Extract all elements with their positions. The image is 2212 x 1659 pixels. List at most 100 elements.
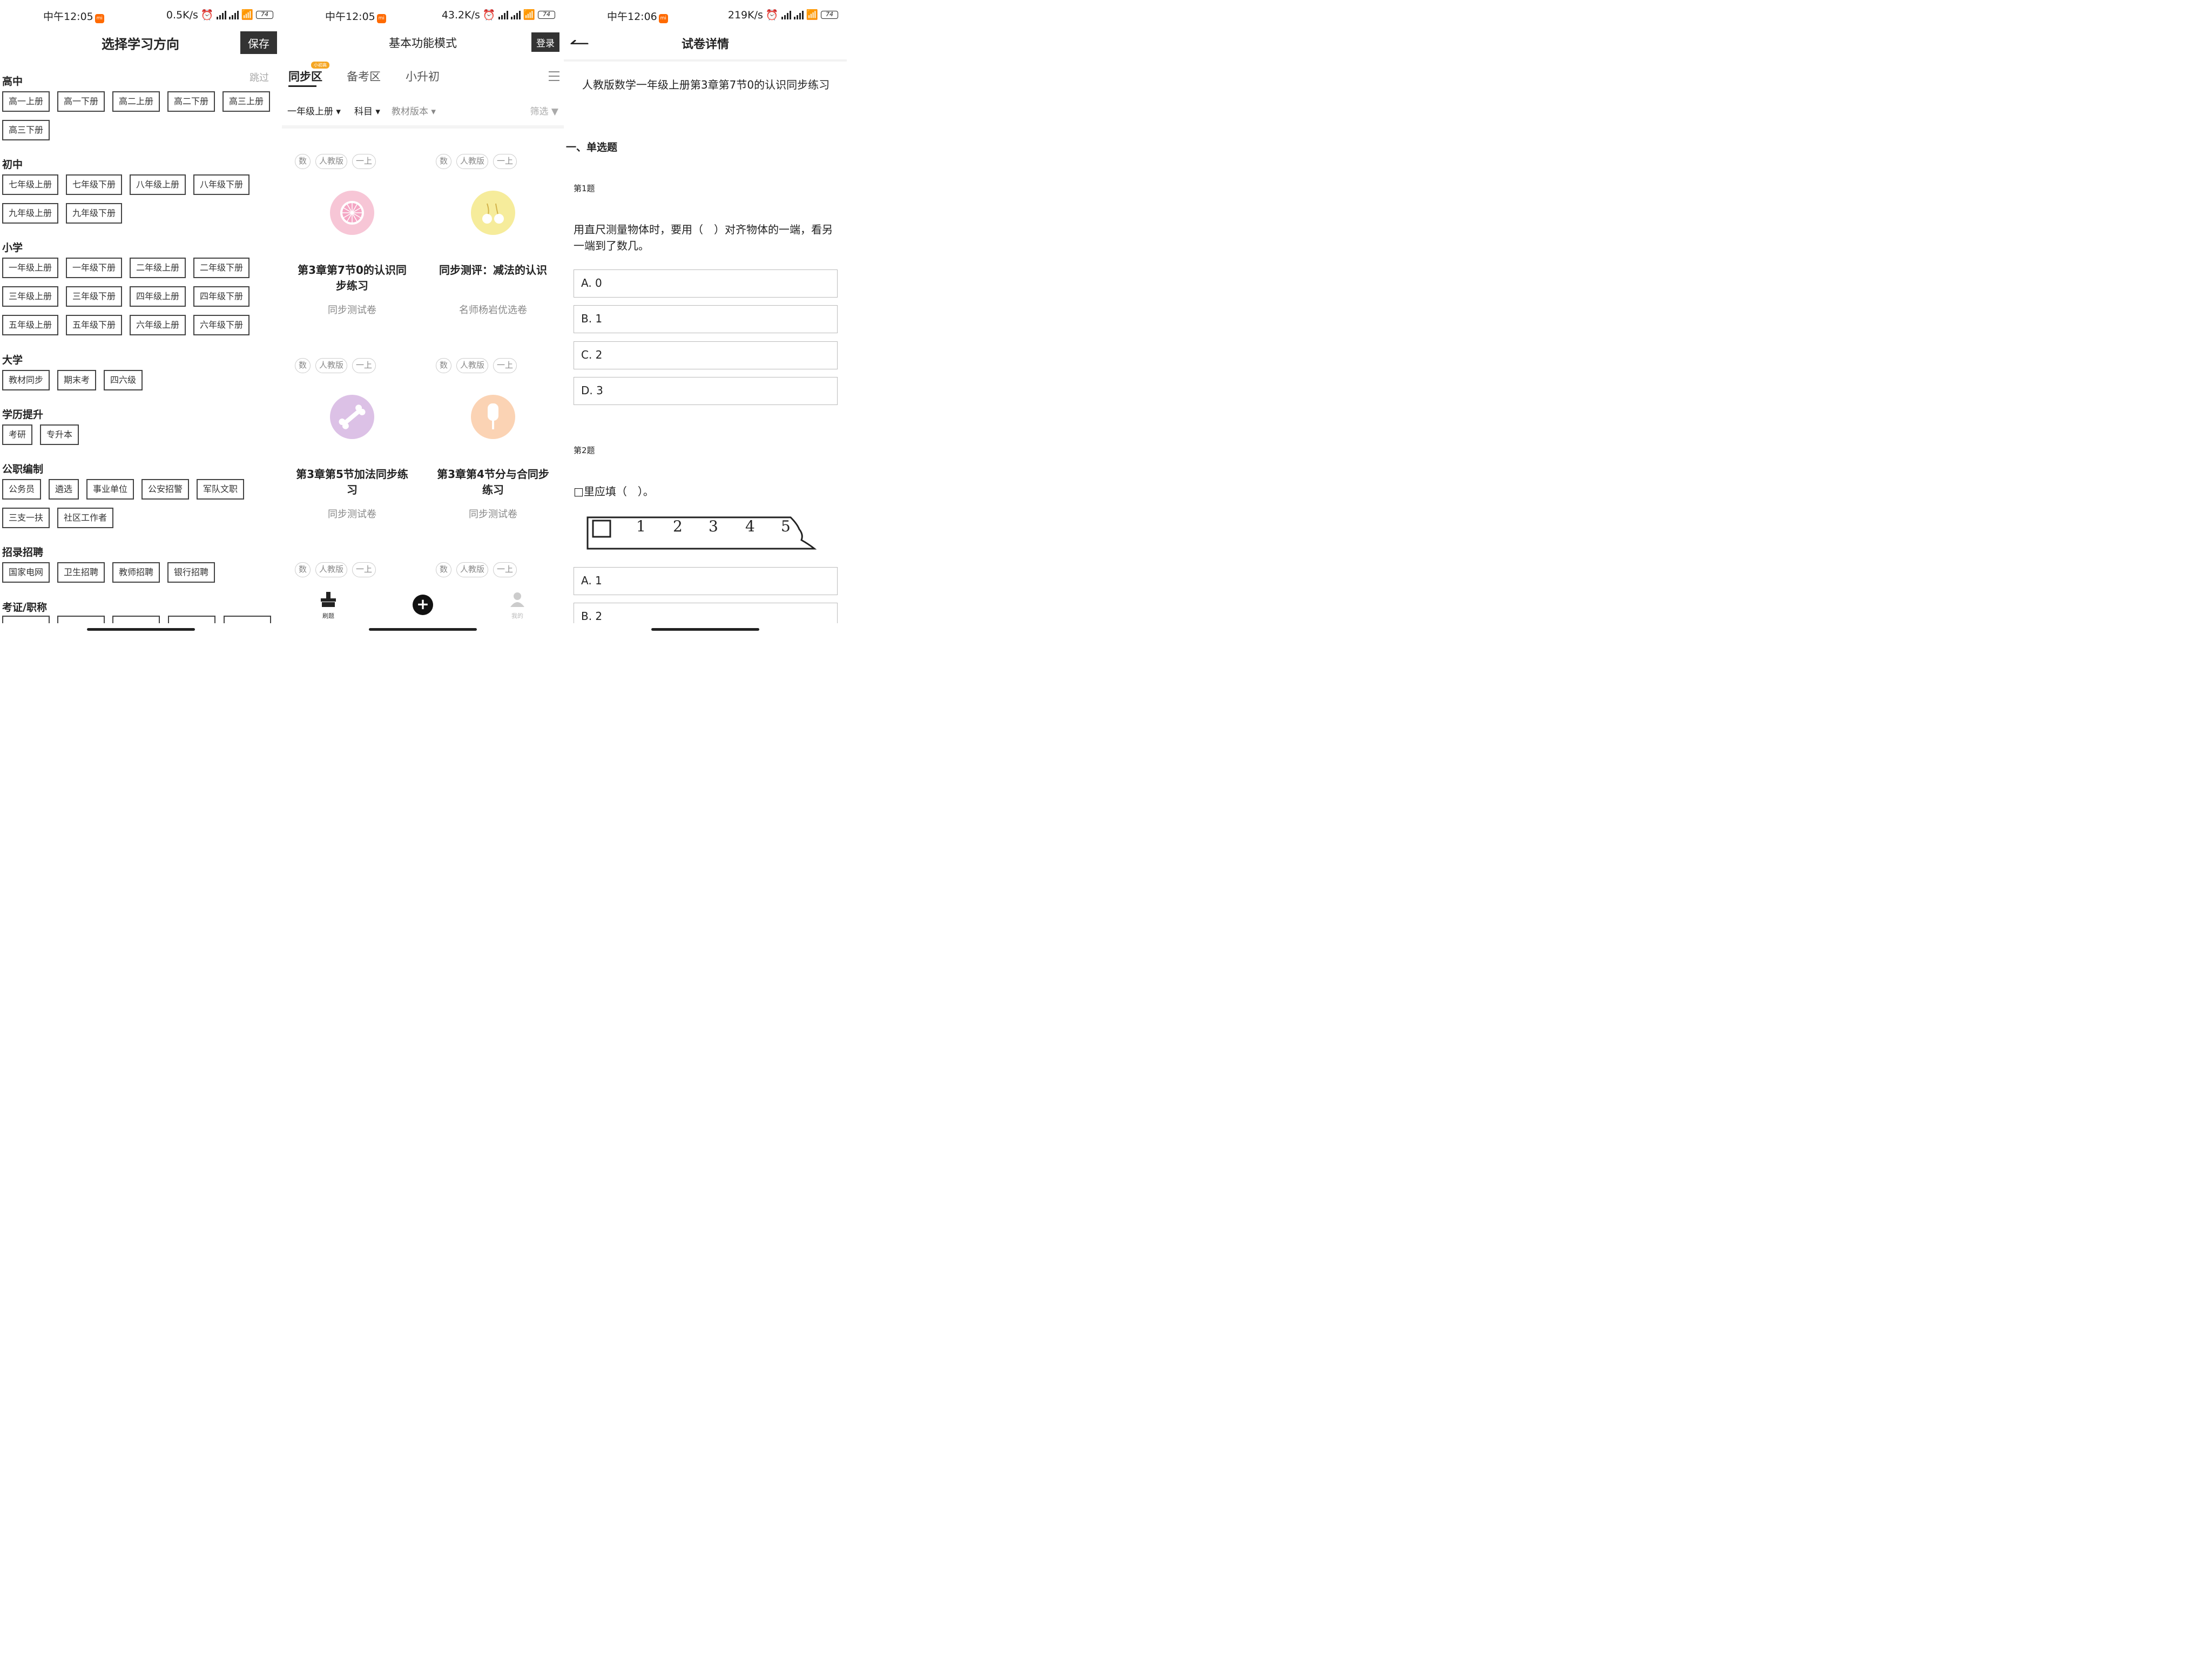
direction-chip[interactable]: 二年级下册 <box>193 258 250 278</box>
add-button[interactable]: + <box>413 595 433 615</box>
card-tag: 一上 <box>493 562 517 577</box>
direction-chip[interactable]: 三年级上册 <box>2 286 59 307</box>
q1-option-d[interactable]: D. 3 <box>574 377 838 405</box>
paper-detail-screen: 中午12:06 mi 219K/s ⏰ 📶 74 试卷详情 人教版数学一年级上册第… <box>564 0 847 635</box>
direction-chip[interactable]: 高一上册 <box>2 91 50 112</box>
login-button[interactable]: 登录 <box>531 32 559 52</box>
brush-icon[interactable] <box>320 591 337 608</box>
direction-chip[interactable]: 专升本 <box>40 424 79 445</box>
direction-chip[interactable]: 期末考 <box>57 370 97 390</box>
status-right: 0.5K/s ⏰ 📶 74 <box>166 9 273 21</box>
wifi-icon: 📶 <box>241 9 253 21</box>
question-2-text: □里应填（ ）。 <box>574 485 654 498</box>
direction-chip[interactable]: 教师招聘 <box>112 562 160 583</box>
page-title: 基本功能模式 <box>389 37 457 50</box>
direction-chip[interactable]: 四六级 <box>104 370 143 390</box>
direction-chip[interactable]: 六年级上册 <box>130 315 186 335</box>
alarm-icon: ⏰ <box>200 9 214 21</box>
direction-chip[interactable]: 高三上册 <box>222 91 271 112</box>
direction-chip[interactable]: 卫生招聘 <box>57 562 105 583</box>
popsicle-icon[interactable] <box>471 395 515 439</box>
section-heading: 一、单选题 <box>566 141 618 153</box>
question-1-text: 用直尺测量物体时，要用（ ）对齐物体的一端，看另一端到了数几。 <box>574 223 833 252</box>
bone-icon[interactable] <box>330 395 374 439</box>
person-icon[interactable] <box>509 591 526 608</box>
direction-chip[interactable]: 三支一扶 <box>2 508 50 528</box>
direction-chip[interactable]: 四年级下册 <box>193 286 250 307</box>
direction-chip[interactable]: 社区工作者 <box>57 508 114 528</box>
basic-mode-screen: 中午12:05 mi 43.2K/s ⏰ 📶 74 基本功能模式 登录 同步区 小… <box>282 0 564 635</box>
tab-sync[interactable]: 同步区 <box>288 68 322 84</box>
direction-chip[interactable]: 七年级下册 <box>66 174 123 195</box>
card-tag: 人教版 <box>456 358 489 373</box>
direction-chip[interactable]: 五年级下册 <box>66 315 123 335</box>
paper-title: 人教版数学一年级上册第3章第7节0的认识同步练习 <box>582 78 830 91</box>
direction-chip[interactable]: 一年级下册 <box>66 258 123 278</box>
direction-chip[interactable]: 九年级下册 <box>66 203 123 224</box>
status-time: 中午12:05 mi <box>43 9 104 23</box>
signal-icon <box>498 10 508 19</box>
q1-option-b[interactable]: B. 1 <box>574 305 838 333</box>
citrus-slice-icon[interactable] <box>330 191 374 235</box>
card-tag: 人教版 <box>456 154 489 169</box>
mi-icon: mi <box>95 14 104 23</box>
ruler-mark: 3 <box>709 517 718 535</box>
direction-chip[interactable]: 军队文职 <box>197 479 245 500</box>
nav-practice-label: 刷题 <box>322 612 334 619</box>
card-title[interactable]: 第3章第5节加法同步练习 <box>293 467 412 498</box>
direction-chip[interactable]: 高二上册 <box>112 91 160 112</box>
direction-chip[interactable]: 四年级上册 <box>130 286 186 307</box>
direction-chip[interactable]: 公务员 <box>2 479 42 500</box>
direction-chip[interactable]: 三年级下册 <box>66 286 123 307</box>
direction-chip[interactable]: 公安招警 <box>141 479 190 500</box>
cherries-icon[interactable] <box>471 191 515 235</box>
ruler-mark: 4 <box>745 517 755 535</box>
tab-primary-to-middle[interactable]: 小升初 <box>406 68 440 84</box>
direction-chip[interactable]: 考研 <box>2 424 33 445</box>
direction-chip[interactable]: 九年级上册 <box>2 203 59 224</box>
card-title[interactable]: 同步测评：减法的认识 <box>434 262 552 278</box>
direction-chip[interactable]: 七年级上册 <box>2 174 59 195</box>
direction-chip[interactable]: 八年级上册 <box>130 174 186 195</box>
status-time: 中午12:06 mi <box>607 9 668 23</box>
card-title[interactable]: 第3章第7节0的认识同步练习 <box>293 262 412 294</box>
q2-option-a[interactable]: A. 1 <box>574 567 838 595</box>
net-speed: 0.5K/s <box>166 9 198 21</box>
direction-chip[interactable]: 六年级下册 <box>193 315 250 335</box>
card-subtitle: 同步测试卷 <box>469 509 517 520</box>
q1-option-c[interactable]: C. 2 <box>574 341 838 369</box>
page-title: 选择学习方向 <box>102 37 179 52</box>
direction-chip[interactable]: 高三下册 <box>2 120 50 140</box>
direction-chip[interactable]: 遴选 <box>49 479 79 500</box>
signal-icon <box>781 10 791 19</box>
filter-button[interactable]: 筛选 ▼ <box>530 104 558 117</box>
grade-filter[interactable]: 一年级上册 ▾ <box>287 104 341 117</box>
menu-icon[interactable] <box>549 71 559 84</box>
card-title[interactable]: 第3章第4节分与合同步练习 <box>434 467 552 498</box>
direction-chip[interactable]: 一年级上册 <box>2 258 59 278</box>
mi-icon: mi <box>658 14 668 23</box>
edition-filter[interactable]: 教材版本 ▾ <box>392 104 436 117</box>
card-tag: 一上 <box>352 154 376 169</box>
badge-primary-middle-high: 小初高 <box>311 62 329 69</box>
direction-chip[interactable]: 国家电网 <box>2 562 50 583</box>
direction-chip[interactable]: 教材同步 <box>2 370 50 390</box>
save-button[interactable]: 保存 <box>240 31 277 54</box>
subject-filter[interactable]: 科目 ▾ <box>354 104 380 117</box>
q1-option-a[interactable]: A. 0 <box>574 269 838 298</box>
status-right: 219K/s ⏰ 📶 74 <box>728 9 838 21</box>
page-title: 试卷详情 <box>681 38 729 51</box>
skip-button[interactable]: 跳过 <box>249 70 269 84</box>
card-tag: 一上 <box>352 358 376 373</box>
question-2-label: 第2题 <box>574 446 595 455</box>
battery-icon: 74 <box>256 11 273 19</box>
direction-chip[interactable]: 银行招聘 <box>167 562 215 583</box>
direction-chip[interactable]: 事业单位 <box>86 479 134 500</box>
direction-chip[interactable]: 高一下册 <box>57 91 105 112</box>
direction-chip[interactable]: 高二下册 <box>167 91 215 112</box>
tab-exam-prep[interactable]: 备考区 <box>347 68 381 84</box>
direction-chip[interactable]: 五年级上册 <box>2 315 59 335</box>
direction-chip[interactable]: 二年级上册 <box>130 258 186 278</box>
section-title: 大学 <box>2 354 23 366</box>
direction-chip[interactable]: 八年级下册 <box>193 174 250 195</box>
